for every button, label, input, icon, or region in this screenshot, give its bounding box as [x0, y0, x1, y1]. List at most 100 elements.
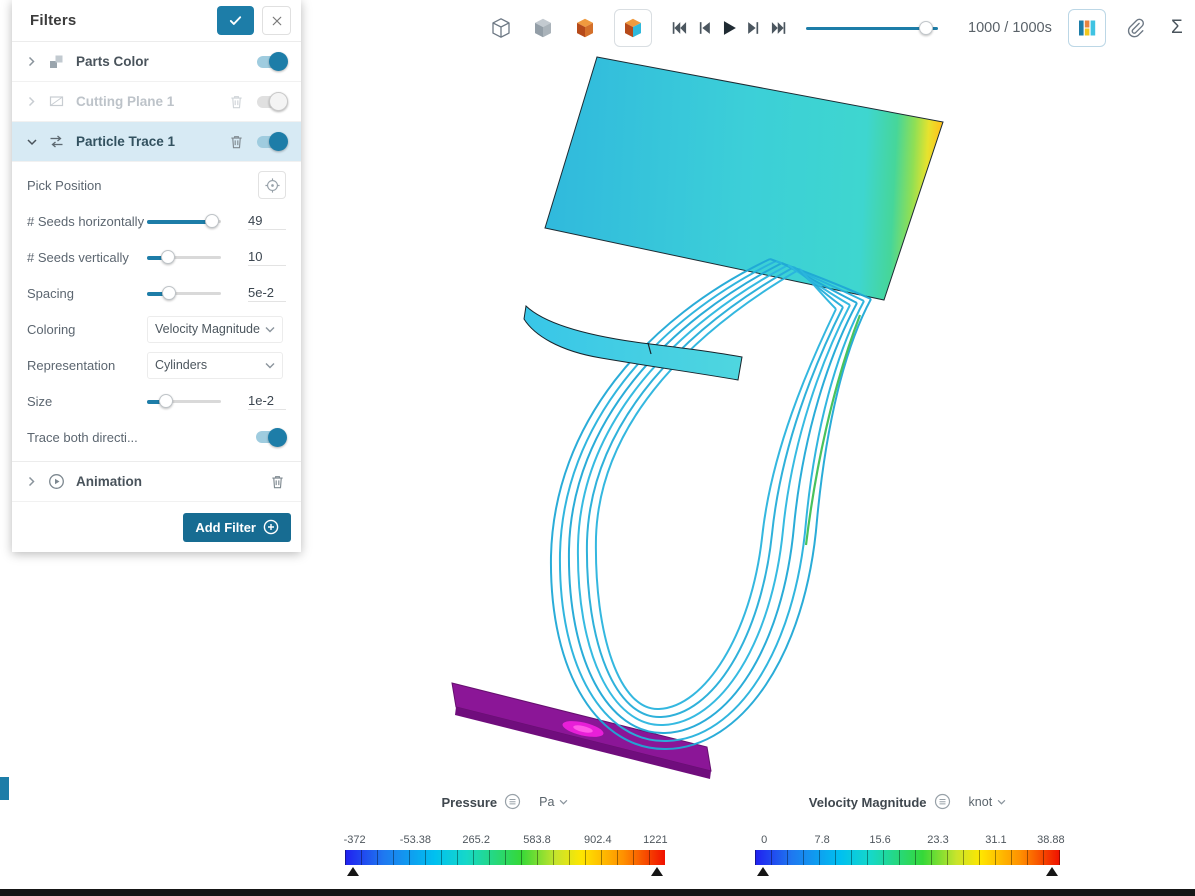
add-filter-button[interactable]: Add Filter [183, 513, 291, 542]
toggle-knob [268, 428, 287, 447]
seeds-horizontal-slider[interactable] [147, 214, 221, 228]
filter-row-animation[interactable]: Animation [12, 462, 301, 502]
coloring-label: Coloring [27, 322, 147, 337]
spacing-value[interactable]: 5e-2 [248, 285, 286, 302]
skip-start-button[interactable] [668, 17, 690, 39]
seeds-vertical-value[interactable]: 10 [248, 249, 286, 266]
representation-select[interactable]: Cylinders [147, 352, 283, 379]
sigma-icon: Σ [1171, 17, 1183, 39]
particle-trace-toggle[interactable] [257, 136, 287, 148]
geometry-button[interactable] [530, 15, 556, 41]
chevron-down-icon [559, 799, 568, 805]
colormap-icon [1077, 18, 1097, 38]
play-icon [718, 16, 740, 40]
menu-circle-icon [934, 793, 951, 810]
legend-tick: -372 [344, 834, 366, 846]
velocity-unit-select[interactable]: knot [969, 795, 1007, 809]
delete-cutting-plane-button[interactable] [229, 94, 246, 110]
parts-color-toggle[interactable] [257, 56, 287, 68]
step-forward-button[interactable] [743, 17, 765, 39]
velocity-colorbar[interactable] [755, 850, 1060, 865]
statistics-button[interactable]: Σ [1164, 15, 1190, 41]
spacing-row: Spacing 5e-2 [12, 275, 301, 311]
bottom-bar [0, 889, 1195, 896]
legend-tick: 583.8 [523, 834, 551, 846]
filter-row-label: Animation [76, 474, 261, 489]
close-filters-button[interactable] [262, 6, 291, 35]
mesh-button[interactable] [572, 15, 598, 41]
trace-both-toggle[interactable] [256, 431, 286, 443]
base-plate[interactable] [452, 683, 711, 779]
chevron-down-icon [997, 799, 1006, 805]
size-row: Size 1e-2 [12, 383, 301, 419]
representation-value: Cylinders [155, 358, 207, 372]
fit-view-button[interactable] [488, 15, 514, 41]
slider-handle[interactable] [159, 394, 173, 408]
apply-filters-button[interactable] [217, 6, 254, 35]
attach-button[interactable] [1122, 15, 1148, 41]
trace-both-row: Trace both directi... [12, 419, 301, 455]
velocity-legend-menu-button[interactable] [934, 793, 952, 811]
filter-row-label: Cutting Plane 1 [76, 94, 220, 109]
pressure-legend-menu-button[interactable] [504, 793, 522, 811]
chevron-right-icon[interactable] [26, 95, 39, 108]
results-cube-icon [621, 16, 645, 40]
chevron-down-icon[interactable] [26, 136, 39, 148]
filter-row-label: Particle Trace 1 [76, 134, 220, 149]
chevron-down-icon [265, 326, 275, 333]
filter-row-parts-color[interactable]: Parts Color [12, 42, 301, 82]
time-display[interactable]: 1000 / 1000s [968, 20, 1052, 36]
chevron-right-icon[interactable] [26, 475, 39, 488]
velocity-legend-title: Velocity Magnitude [809, 795, 927, 810]
pressure-max-marker[interactable] [651, 867, 663, 876]
step-back-button[interactable] [693, 17, 715, 39]
play-button[interactable] [718, 17, 740, 39]
timeline-handle[interactable] [919, 21, 933, 35]
seeds-horizontal-label: # Seeds horizontally [27, 214, 147, 229]
pressure-colorbar[interactable] [345, 850, 665, 865]
delete-animation-button[interactable] [270, 474, 287, 490]
timeline-slider[interactable] [806, 21, 938, 35]
pressure-unit-select[interactable]: Pa [539, 795, 568, 809]
velocity-min-marker[interactable] [757, 867, 769, 876]
size-value[interactable]: 1e-2 [248, 393, 286, 410]
pressure-unit-value: Pa [539, 795, 554, 809]
coloring-select[interactable]: Velocity Magnitude [147, 316, 283, 343]
top-toolbar: 1000 / 1000s Σ [488, 7, 1190, 49]
cutting-plane-icon [48, 93, 67, 110]
velocity-max-marker[interactable] [1046, 867, 1058, 876]
edge-panel-chip[interactable] [0, 777, 9, 800]
particle-trace-streamlines[interactable] [551, 259, 871, 749]
seeds-vertical-slider[interactable] [147, 250, 221, 264]
cutting-plane-toggle[interactable] [257, 96, 287, 108]
legend-tick: 7.8 [814, 834, 829, 846]
delete-particle-trace-button[interactable] [229, 134, 246, 150]
chevron-right-icon[interactable] [26, 55, 39, 68]
legend-tick: -53.38 [400, 834, 431, 846]
toggle-knob [269, 132, 288, 151]
pressure-legend-header: Pressure Pa [345, 790, 665, 814]
slider-handle[interactable] [161, 250, 175, 264]
legend-tick: 15.6 [869, 834, 890, 846]
velocity-range-markers [755, 867, 1060, 878]
filter-row-particle-trace[interactable]: Particle Trace 1 [12, 122, 301, 162]
colormap-button[interactable] [1068, 9, 1106, 47]
result-plate[interactable] [545, 57, 943, 300]
panel-footer: Add Filter [12, 502, 301, 552]
slider-handle[interactable] [162, 286, 176, 300]
paperclip-icon [1124, 17, 1146, 39]
legend-tick: 31.1 [985, 834, 1006, 846]
slider-handle[interactable] [205, 214, 219, 228]
pick-position-button[interactable] [258, 171, 286, 199]
results-view-button[interactable] [614, 9, 652, 47]
filter-row-cutting-plane[interactable]: Cutting Plane 1 [12, 82, 301, 122]
close-icon [271, 15, 283, 27]
spacing-slider[interactable] [147, 286, 221, 300]
skip-end-icon [769, 18, 789, 38]
skip-end-button[interactable] [768, 17, 790, 39]
size-slider[interactable] [147, 394, 221, 408]
check-icon [228, 13, 243, 28]
pressure-min-marker[interactable] [347, 867, 359, 876]
animation-icon [48, 473, 67, 490]
seeds-horizontal-value[interactable]: 49 [248, 213, 286, 230]
